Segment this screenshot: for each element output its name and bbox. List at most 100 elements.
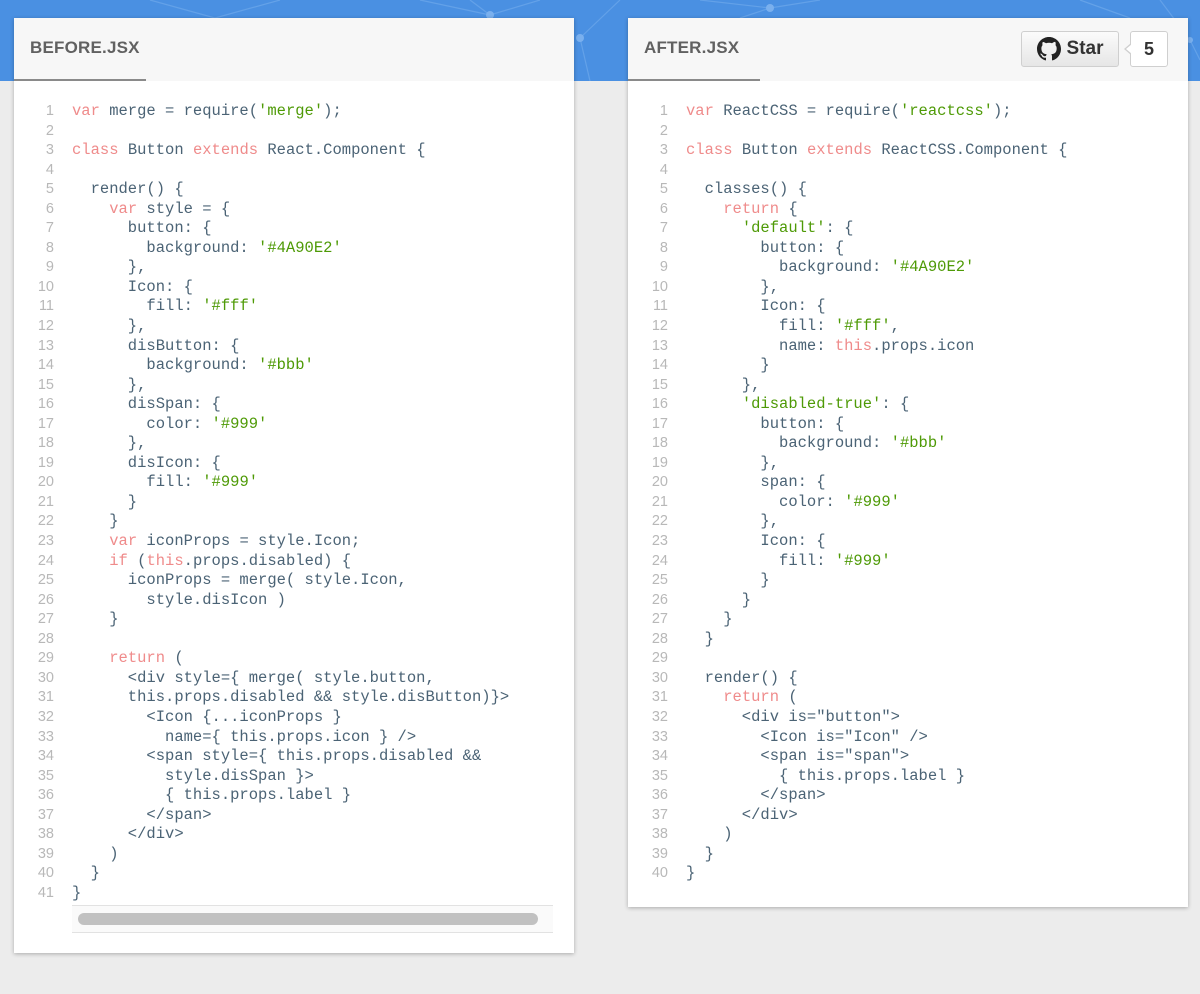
code-line: classes() { — [686, 180, 1180, 200]
line-number: 18 — [37, 435, 54, 452]
code-text: </div> — [72, 825, 184, 844]
code-line: return ( — [686, 688, 1180, 708]
line-number: 23 — [651, 533, 668, 550]
code-text: }, — [686, 512, 780, 531]
line-number: 6 — [45, 200, 54, 217]
line-number: 33 — [37, 728, 54, 745]
code-text: ) — [72, 844, 119, 863]
code-text: } — [686, 571, 770, 590]
line-number: 31 — [37, 689, 54, 706]
line-number: 22 — [37, 513, 54, 530]
code-text: color: — [686, 492, 845, 511]
line-number: 6 — [659, 200, 668, 217]
code-text: ReactCSS = require( — [713, 102, 900, 120]
code-string: 'default' — [741, 219, 826, 238]
code-line: }, — [686, 278, 1180, 298]
line-number: 8 — [45, 239, 54, 256]
code-line: fill: '#999' — [686, 552, 1180, 572]
code-string: 'merge' — [258, 102, 324, 120]
code-line: color: '#999' — [72, 415, 566, 435]
line-number: 29 — [37, 650, 54, 667]
code-line: Icon: { — [72, 278, 566, 298]
code-line: render() { — [686, 669, 1180, 689]
code-line: }, — [72, 376, 566, 396]
line-number: 25 — [651, 572, 668, 589]
code-line: var ReactCSS = require('reactcss'); — [686, 102, 1180, 122]
after-file-title[interactable]: AFTER.JSX — [644, 38, 739, 58]
code-keyword: return — [723, 199, 780, 218]
code-line: Icon: { — [686, 297, 1180, 317]
code-line: } — [686, 845, 1180, 865]
code-text: ReactCSS.Component { — [872, 141, 1068, 160]
code-line: </span> — [686, 786, 1180, 806]
line-number: 36 — [651, 787, 668, 804]
code-line: ) — [686, 825, 1180, 845]
code-line: </div> — [686, 806, 1180, 826]
line-number: 10 — [37, 278, 54, 295]
code-text: }, — [686, 375, 761, 394]
line-number: 11 — [652, 298, 668, 315]
code-line: button: { — [72, 219, 566, 239]
star-count-badge[interactable]: 5 — [1124, 31, 1168, 67]
before-file-title[interactable]: BEFORE.JSX — [30, 38, 140, 58]
after-line-numbers: 1 2 3 4 5 6 7 8 9 10 11 12 13 14 15 16 17 18 19 20 21 22 23 24 2… — [628, 102, 668, 884]
after-tab-indicator — [628, 79, 760, 81]
line-number: 12 — [651, 318, 668, 335]
code-line: fill: '#fff' — [72, 297, 566, 317]
code-keyword: var — [109, 532, 138, 551]
line-number: 37 — [37, 806, 54, 823]
line-number: 16 — [651, 396, 668, 413]
code-text: button: { — [686, 414, 845, 433]
code-string: '#4A90E2' — [258, 238, 342, 257]
code-keyword: class — [686, 141, 733, 160]
code-text: .props.icon — [872, 336, 975, 355]
code-string: '#999' — [844, 492, 900, 511]
line-number: 38 — [37, 826, 54, 843]
code-text: render() { — [686, 668, 798, 687]
code-line: Icon: { — [686, 532, 1180, 552]
code-text: } — [686, 629, 714, 648]
code-text: disSpan: { — [72, 395, 221, 414]
code-text: }, — [72, 434, 147, 453]
code-text: button: { — [72, 219, 212, 238]
code-text: style.disSpan }> — [72, 766, 314, 785]
code-line: { this.props.label } — [72, 786, 566, 806]
code-text: }, — [72, 317, 147, 336]
line-number: 2 — [659, 122, 668, 139]
code-text: button: { — [686, 238, 845, 257]
code-text: fill: — [686, 317, 835, 336]
code-line: color: '#999' — [686, 493, 1180, 513]
code-text: } — [72, 883, 82, 902]
before-panel-header: BEFORE.JSX — [14, 18, 574, 81]
code-line: disSpan: { — [72, 395, 566, 415]
code-line: } — [72, 493, 566, 513]
line-number: 36 — [37, 787, 54, 804]
line-number: 17 — [37, 415, 54, 432]
code-text: disButton: { — [72, 336, 240, 355]
line-number: 3 — [659, 142, 668, 159]
before-horizontal-scrollbar[interactable] — [72, 905, 553, 933]
code-line: fill: '#fff', — [686, 317, 1180, 337]
code-line: } — [72, 610, 566, 630]
code-text: </span> — [72, 805, 212, 824]
star-label: Star — [1066, 38, 1104, 59]
code-line: if (this.props.disabled) { — [72, 552, 566, 572]
line-number: 38 — [651, 826, 668, 843]
line-number: 12 — [37, 318, 54, 335]
before-scrollbar-thumb[interactable] — [78, 913, 538, 925]
line-number: 1 — [45, 103, 54, 119]
code-keyword: var — [109, 199, 138, 218]
code-line: this.props.disabled && style.disButton)}… — [72, 688, 566, 708]
code-text: } — [686, 356, 770, 375]
code-line: <div is="button"> — [686, 708, 1180, 728]
code-line: </span> — [72, 806, 566, 826]
github-star-button[interactable]: Star — [1021, 31, 1119, 67]
line-number: 40 — [37, 865, 54, 882]
line-number: 30 — [651, 669, 668, 686]
line-number: 32 — [651, 708, 668, 725]
